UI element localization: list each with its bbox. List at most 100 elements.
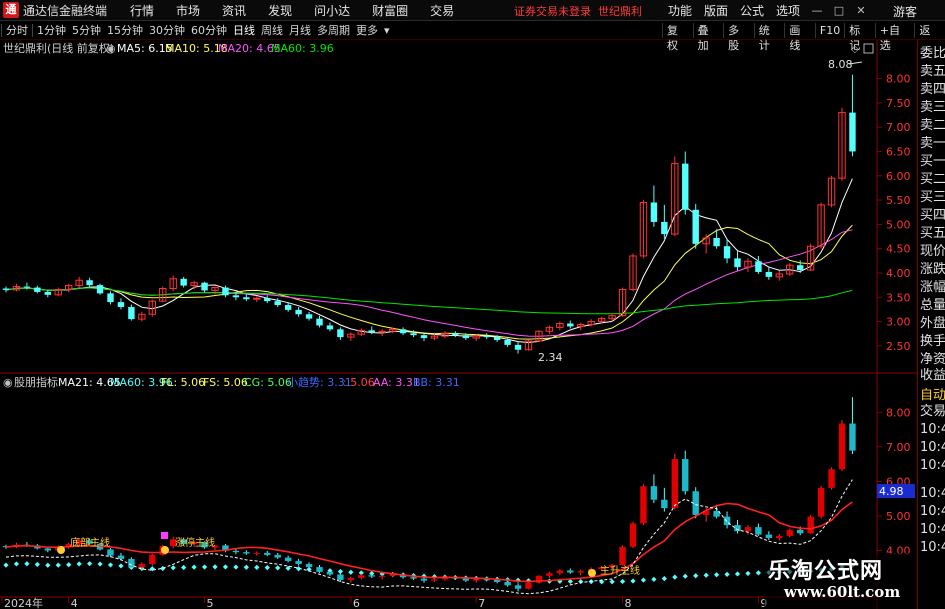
indicator-bar — [264, 552, 271, 555]
login-warning[interactable]: 证券交易未登录 世纪鼎利 — [514, 3, 642, 19]
candle-body — [368, 330, 375, 333]
sidebar-label[interactable]: 买一 — [920, 154, 945, 170]
guest-user[interactable]: 游客 — [893, 3, 917, 20]
indicator-bar — [734, 525, 741, 532]
fs-legend: FS: 5.06 — [203, 376, 248, 389]
trend-dot — [703, 572, 709, 578]
main-rise-annotation: 主升主线 — [588, 564, 640, 577]
menu-board[interactable]: 市场 — [165, 2, 211, 19]
period-more[interactable]: 更多 — [353, 22, 381, 39]
candle-body — [493, 337, 501, 341]
menu-options[interactable]: 选项 — [770, 2, 806, 19]
tool-adjust[interactable]: 复权 — [662, 23, 693, 52]
trend-dot — [254, 564, 260, 571]
tool-stats[interactable]: 统计 — [753, 23, 785, 52]
tool-back[interactable]: 返回 — [914, 23, 945, 52]
trend-dot — [609, 579, 615, 585]
tool-add-watch[interactable]: +自选 — [874, 23, 915, 52]
sidebar-label[interactable]: 外盘 — [920, 316, 945, 332]
menu-news[interactable]: 资讯 — [211, 2, 257, 19]
period-30min[interactable]: 30分钟 — [146, 22, 188, 39]
sidebar-label[interactable]: 净资 — [920, 352, 945, 368]
sidebar-label[interactable]: 换手 — [920, 334, 945, 350]
tool-draw[interactable]: 画线 — [784, 23, 815, 52]
pin-icon[interactable]: ◇ — [851, 44, 859, 55]
restore-icon[interactable]: □ — [832, 4, 846, 18]
sub-dropdown-icon[interactable]: ◉ — [3, 376, 13, 389]
sidebar-label[interactable]: 涨跌 — [920, 262, 945, 278]
menu-ask[interactable]: 问小达 — [303, 2, 361, 19]
period-timeshare[interactable]: 分时 — [3, 22, 31, 39]
candle-body — [567, 323, 574, 327]
sidebar-label[interactable]: 卖四 — [920, 82, 945, 98]
sidebar-label[interactable]: 买四 — [920, 208, 945, 224]
axis-tick-label: 5.50 — [886, 194, 911, 207]
kline-chart[interactable]: 8.00 7.50 7.00 6.50 6.00 5.50 5.00 4.50 4.00 3.50… — [0, 40, 917, 609]
indicator-bar — [514, 585, 522, 589]
menu-function[interactable]: 功能 — [662, 2, 698, 19]
menu-wealth[interactable]: 财富圈 — [361, 2, 419, 19]
period-multi[interactable]: 多周期 — [314, 22, 353, 39]
indicator-ma-line — [5, 501, 853, 583]
trend-dot — [734, 571, 741, 577]
sidebar-label[interactable]: 卖二 — [920, 118, 945, 134]
axis-tick-label: 7.00 — [886, 441, 911, 454]
tick-time: 10:49 — [920, 540, 945, 555]
date-axis: 2024年456789 — [1, 596, 767, 609]
period-1min[interactable]: 1分钟 — [34, 22, 69, 39]
sidebar-label[interactable]: 涨幅 — [920, 280, 945, 296]
sidebar-label[interactable]: 委比 — [920, 46, 945, 62]
candle-body — [514, 344, 522, 350]
main-price-axis: 8.00 7.50 7.00 6.50 6.00 5.50 5.00 4.50 4.00 3.50… — [877, 73, 911, 353]
tool-overlay[interactable]: 叠加 — [692, 23, 724, 52]
tool-mark[interactable]: 标记 — [844, 23, 875, 52]
tick-time: 10:49 — [920, 486, 945, 501]
trend-dot — [170, 565, 176, 571]
sidebar-label[interactable]: 收益 — [920, 368, 945, 384]
menu-discover[interactable]: 发现 — [257, 2, 303, 19]
tool-multi[interactable]: 多股 — [723, 23, 754, 52]
legend-dropdown-icon[interactable]: ◉ — [106, 42, 116, 55]
period-15min[interactable]: 15分钟 — [104, 22, 146, 39]
minimize-icon[interactable]: — — [810, 4, 824, 18]
period-monthly[interactable]: 月线 — [286, 22, 314, 39]
candle-body — [232, 295, 240, 298]
period-daily[interactable]: 日线 — [230, 22, 258, 39]
trend-dot — [24, 561, 30, 567]
period-5min[interactable]: 5分钟 — [69, 22, 104, 39]
sidebar-label[interactable]: 卖一 — [920, 136, 945, 152]
sidebar-label[interactable]: 买三 — [920, 190, 945, 206]
menu-trade[interactable]: 交易 — [419, 2, 465, 19]
indicator-bar — [128, 558, 135, 568]
sidebar-label[interactable]: 总量 — [920, 298, 945, 314]
trade-label[interactable]: 交易 — [920, 404, 945, 420]
candle-body — [462, 335, 469, 339]
trend-dot — [745, 570, 751, 577]
panel-maximize-icon[interactable] — [863, 43, 874, 54]
app-title: 通达信金融终端 — [23, 3, 108, 18]
sidebar-label[interactable]: 卖五 — [920, 64, 945, 80]
indicator-bar — [786, 529, 793, 536]
menu-layout[interactable]: 版面 — [698, 2, 734, 19]
trend-dot — [160, 565, 166, 572]
tool-f10[interactable]: F10 — [814, 23, 844, 38]
trend-dot — [3, 562, 9, 568]
candle-body — [483, 336, 490, 338]
period-weekly[interactable]: 周线 — [258, 22, 286, 39]
auto-trade-label[interactable]: 自动 — [920, 388, 945, 404]
sidebar-label[interactable]: 买二 — [920, 172, 945, 188]
close-icon[interactable]: ✕ — [854, 4, 868, 18]
axis-tick-label: 5.00 — [886, 510, 911, 523]
menu-formula[interactable]: 公式 — [734, 2, 770, 19]
trend-dot — [661, 576, 667, 582]
sidebar-label[interactable]: 卖三 — [920, 100, 945, 116]
trend-dot — [578, 578, 584, 585]
sidebar-label[interactable]: 现价 — [920, 244, 945, 260]
menu-market[interactable]: 行情 — [119, 2, 165, 19]
indicator-bar — [431, 579, 438, 581]
indicator-bar — [358, 575, 365, 578]
sidebar-label[interactable]: 买五 — [920, 226, 945, 242]
more-dropdown-icon[interactable]: ▾ — [381, 22, 393, 39]
period-60min[interactable]: 60分钟 — [188, 22, 230, 39]
date-label: 4 — [71, 597, 78, 609]
